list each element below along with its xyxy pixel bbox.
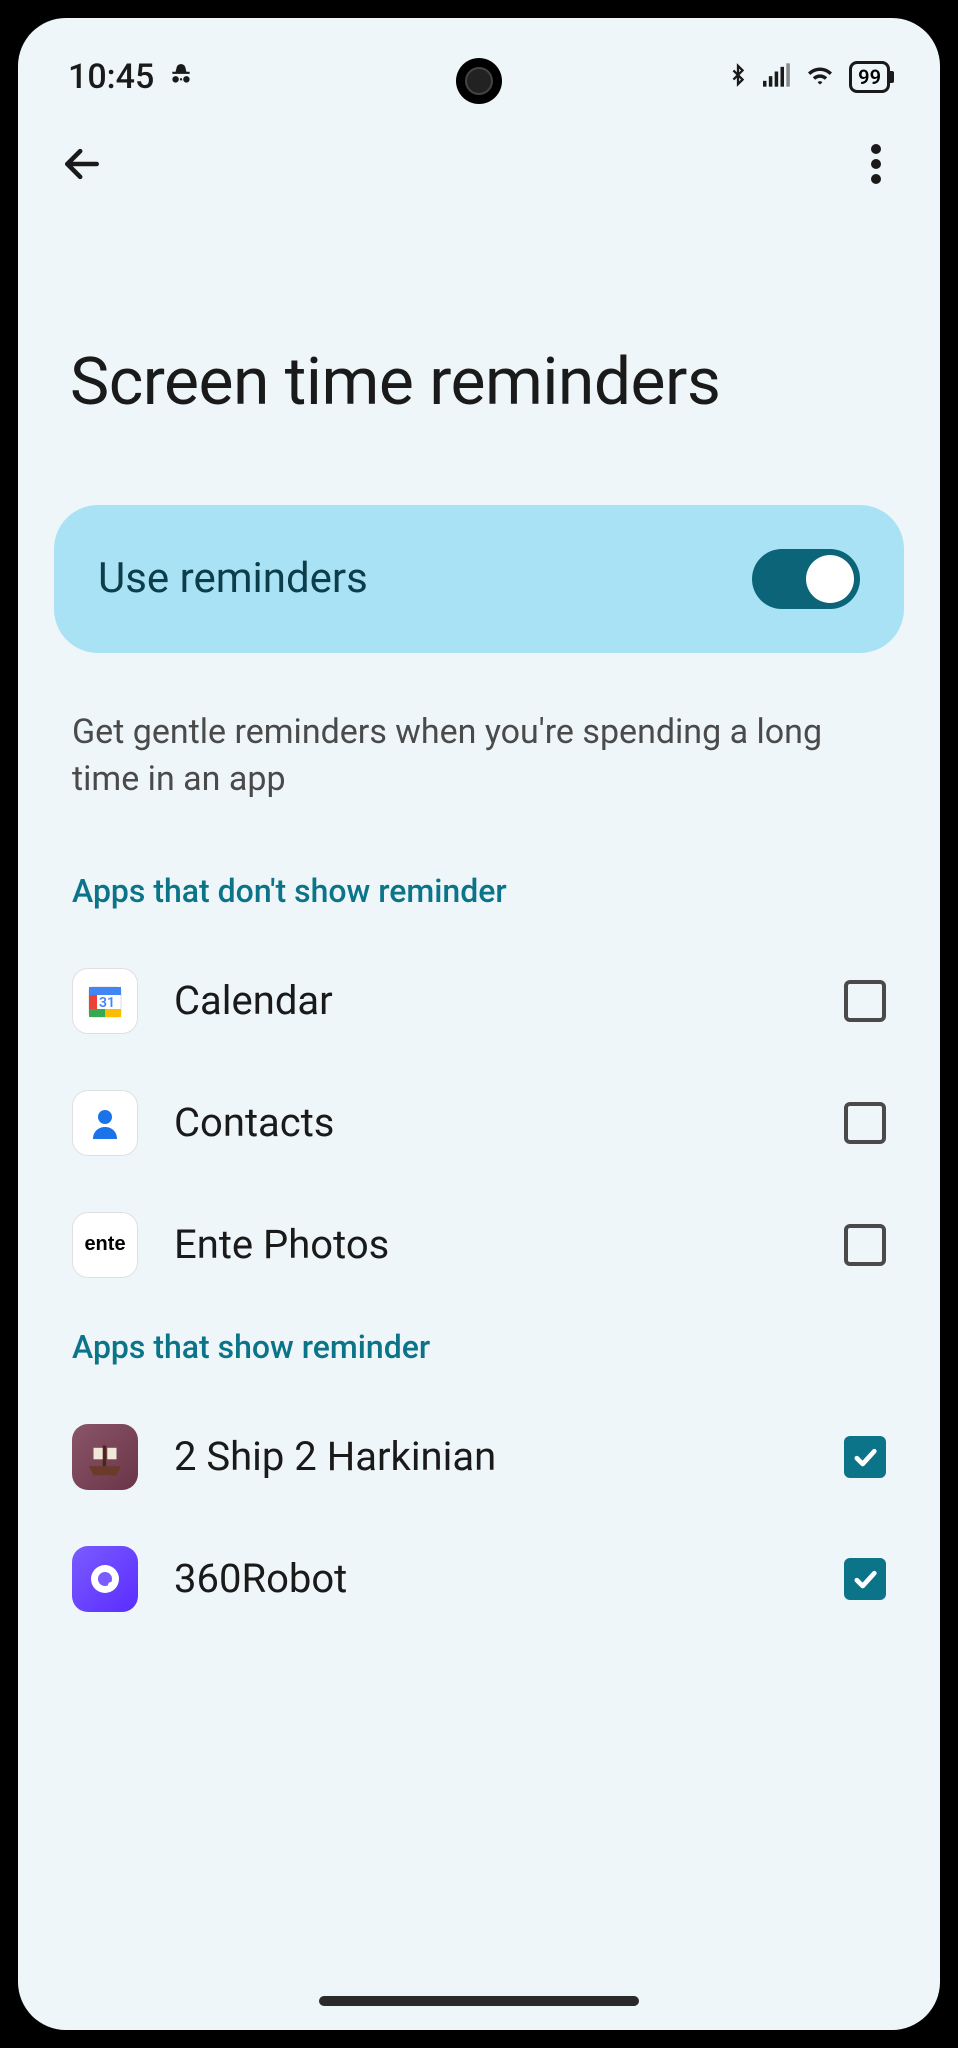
app-name-label: Ente Photos (174, 1221, 808, 1268)
ship-app-icon (72, 1424, 138, 1490)
check-icon (851, 1565, 879, 1593)
more-options-button[interactable] (848, 136, 904, 192)
toggle-switch[interactable] (752, 549, 860, 609)
toggle-label: Use reminders (98, 554, 368, 603)
svg-text:31: 31 (99, 995, 115, 1011)
app-bar (18, 108, 940, 212)
app-name-label: Calendar (174, 977, 808, 1024)
checkbox[interactable] (844, 1436, 886, 1478)
app-row-robot[interactable]: 360Robot (54, 1518, 904, 1640)
back-arrow-icon (60, 142, 104, 186)
app-row-calendar[interactable]: 31 Calendar (54, 940, 904, 1062)
calendar-app-icon: 31 (72, 968, 138, 1034)
camera-notch (456, 58, 502, 104)
battery-indicator: 99 (849, 61, 890, 93)
use-reminders-toggle-card[interactable]: Use reminders (54, 505, 904, 653)
robot-app-icon (72, 1546, 138, 1612)
navigation-bar-handle[interactable] (319, 1996, 639, 2006)
section-header-included: Apps that show reminder (54, 1306, 904, 1396)
bluetooth-icon (727, 61, 749, 93)
wifi-icon (805, 63, 835, 91)
included-apps-list: 2 Ship 2 Harkinian (54, 1396, 904, 1640)
status-time: 10:45 (68, 57, 154, 97)
app-row-contacts[interactable]: Contacts (54, 1062, 904, 1184)
page-title: Screen time reminders (18, 212, 940, 505)
contacts-app-icon (72, 1090, 138, 1156)
section-header-excluded: Apps that don't show reminder (54, 850, 904, 940)
back-button[interactable] (54, 136, 110, 192)
app-row-ente[interactable]: ente Ente Photos (54, 1184, 904, 1306)
signal-icon (763, 63, 791, 91)
ente-app-icon: ente (72, 1212, 138, 1278)
more-vertical-icon (871, 144, 881, 184)
checkbox[interactable] (844, 1102, 886, 1144)
app-name-label: Contacts (174, 1099, 808, 1146)
app-name-label: 360Robot (174, 1555, 808, 1602)
checkbox[interactable] (844, 1224, 886, 1266)
app-name-label: 2 Ship 2 Harkinian (174, 1433, 808, 1480)
description-text: Get gentle reminders when you're spendin… (54, 653, 904, 850)
checkbox[interactable] (844, 1558, 886, 1600)
excluded-apps-list: 31 Calendar Contacts (54, 940, 904, 1306)
incognito-icon (168, 62, 194, 92)
checkbox[interactable] (844, 980, 886, 1022)
check-icon (851, 1443, 879, 1471)
app-row-ship[interactable]: 2 Ship 2 Harkinian (54, 1396, 904, 1518)
